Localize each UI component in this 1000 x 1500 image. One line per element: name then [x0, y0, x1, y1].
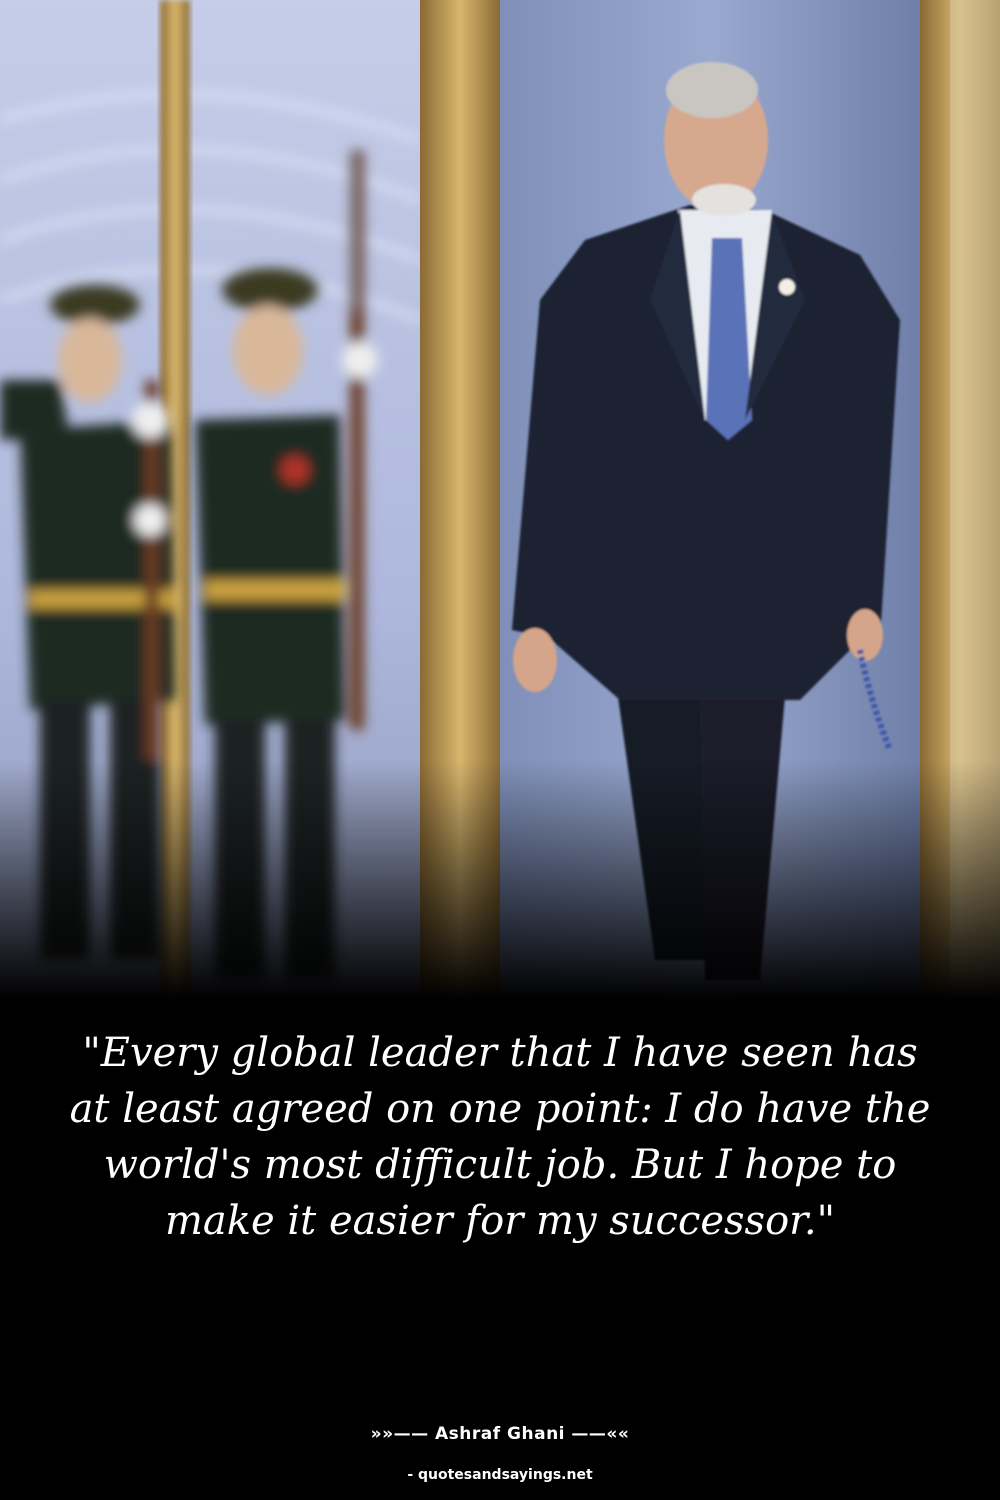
source-website: - quotesandsayings.net	[407, 1467, 593, 1483]
photo-bottom-fade	[0, 760, 1000, 1000]
quote-text: "Every global leader that I have seen ha…	[69, 1030, 931, 1244]
quote-poster: "Every global leader that I have seen ha…	[0, 0, 1000, 1500]
author-attribution: »»—— Ashraf Ghani ——««	[370, 1424, 630, 1444]
photo-illustration	[0, 0, 1000, 1000]
